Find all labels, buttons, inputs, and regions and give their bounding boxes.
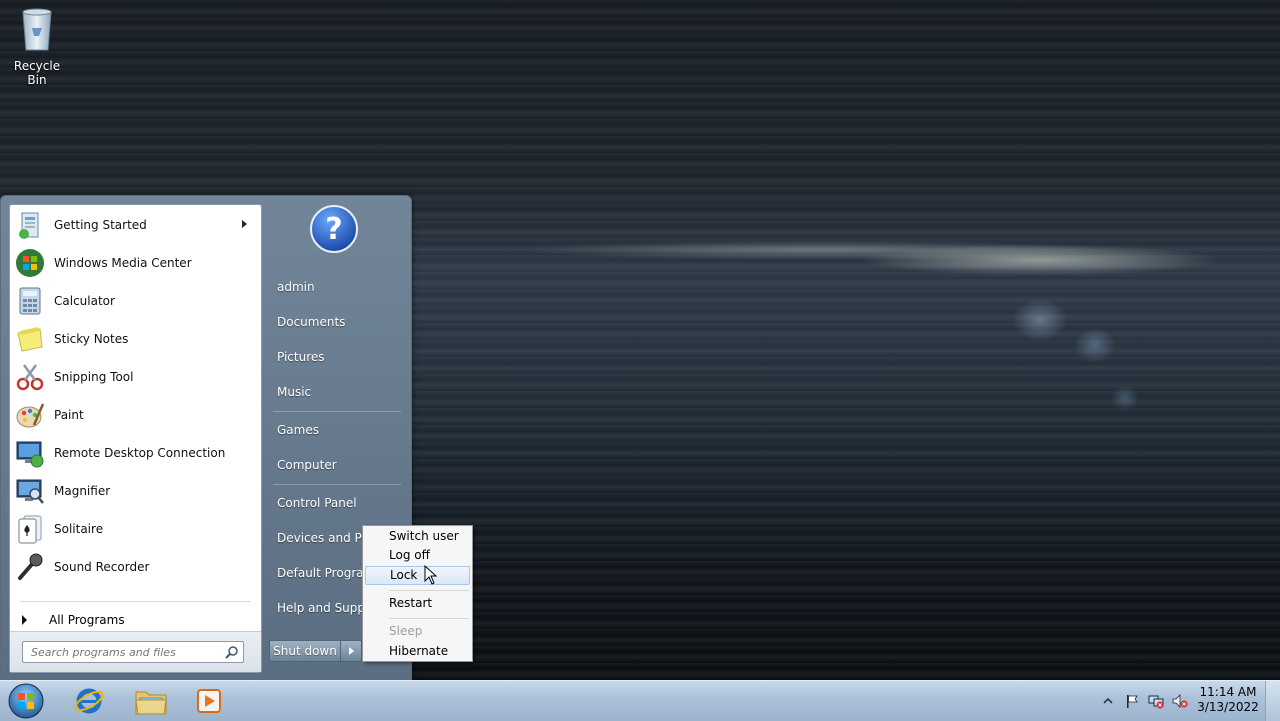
- place-pictures[interactable]: Pictures: [277, 350, 325, 364]
- taskbar-media-player[interactable]: [180, 683, 238, 719]
- solitaire-icon: [18, 515, 42, 544]
- program-snipping-tool[interactable]: Snipping Tool: [14, 359, 257, 395]
- place-computer[interactable]: Computer: [277, 458, 337, 472]
- submenu-arrow-icon: [242, 220, 247, 228]
- program-label: Snipping Tool: [54, 370, 134, 384]
- program-label: Magnifier: [54, 484, 111, 498]
- network-disconnected-icon[interactable]: [1148, 693, 1164, 709]
- taskbar-internet-explorer[interactable]: [60, 683, 118, 719]
- start-button-icon[interactable]: [6, 682, 46, 720]
- taskbar-windows-explorer[interactable]: [122, 683, 180, 719]
- menu-item-hibernate[interactable]: Hibernate: [365, 642, 470, 661]
- system-clock[interactable]: 11:14 AM 3/13/2022: [1195, 685, 1261, 715]
- volume-muted-icon[interactable]: [1172, 693, 1188, 709]
- folder-icon: [135, 691, 167, 715]
- clock-time: 11:14 AM: [1199, 685, 1257, 699]
- svg-text:?: ?: [325, 212, 342, 247]
- program-label: Paint: [54, 408, 84, 422]
- internet-explorer-icon: [74, 688, 104, 714]
- search-box[interactable]: [22, 641, 244, 663]
- recycle-bin-icon: [22, 8, 52, 51]
- start-menu: Getting Started Windows Media Center Cal…: [0, 195, 412, 682]
- program-label: Getting Started: [54, 218, 147, 232]
- snipping-tool-icon: [16, 364, 44, 391]
- places-divider: [273, 411, 401, 412]
- program-magnifier[interactable]: Magnifier: [14, 473, 257, 509]
- program-remote-desktop-connection[interactable]: Remote Desktop Connection: [14, 435, 257, 471]
- sound-recorder-icon: [18, 553, 43, 580]
- place-default-programs[interactable]: Default Program: [277, 566, 375, 580]
- taskbar: 11:14 AM 3/13/2022: [0, 680, 1280, 721]
- chevron-right-icon: [349, 647, 354, 655]
- place-control-panel[interactable]: Control Panel: [277, 496, 357, 510]
- help-icon: ?: [310, 205, 358, 253]
- clock-date: 3/13/2022: [1197, 700, 1259, 714]
- search-icon[interactable]: [225, 645, 239, 659]
- menu-item-switch-user[interactable]: Switch user: [365, 527, 470, 546]
- place-music[interactable]: Music: [277, 385, 311, 399]
- program-label: Windows Media Center: [54, 256, 192, 270]
- program-calculator[interactable]: Calculator: [14, 283, 257, 319]
- expand-arrow-icon: [22, 615, 27, 625]
- shut-down-button[interactable]: Shut down: [269, 640, 341, 662]
- place-user-folder[interactable]: admin: [277, 280, 315, 294]
- calculator-icon: [19, 287, 41, 315]
- all-programs-button[interactable]: All Programs: [20, 609, 250, 631]
- places-divider: [273, 484, 401, 485]
- menu-item-restart[interactable]: Restart: [365, 594, 470, 613]
- show-desktop-button[interactable]: [1265, 681, 1280, 721]
- mouse-cursor-icon: [424, 565, 438, 585]
- magnifier-icon: [16, 479, 44, 504]
- remote-desktop-icon: [16, 441, 44, 468]
- menu-item-log-off[interactable]: Log off: [365, 546, 470, 565]
- programs-divider: [20, 601, 251, 602]
- power-options-menu: Switch user Log off Lock Restart Sleep H…: [362, 525, 473, 662]
- media-player-icon: [197, 689, 221, 713]
- menu-item-lock[interactable]: Lock: [365, 566, 470, 585]
- program-label: Remote Desktop Connection: [54, 446, 226, 460]
- program-sound-recorder[interactable]: Sound Recorder: [14, 549, 257, 585]
- getting-started-icon: [19, 212, 39, 239]
- programs-pane: Getting Started Windows Media Center Cal…: [9, 204, 262, 673]
- shut-down-options-button[interactable]: [340, 640, 362, 662]
- place-games[interactable]: Games: [277, 423, 319, 437]
- program-label: Sound Recorder: [54, 560, 150, 574]
- menu-separator: [389, 618, 469, 619]
- windows-media-center-icon: [16, 249, 44, 277]
- program-solitaire[interactable]: Solitaire: [14, 511, 257, 547]
- show-hidden-icons-icon[interactable]: [1100, 693, 1116, 709]
- program-label: Solitaire: [54, 522, 104, 536]
- action-center-flag-icon[interactable]: [1124, 693, 1140, 709]
- search-input[interactable]: [29, 642, 223, 662]
- all-programs-label: All Programs: [49, 613, 125, 627]
- program-label: Calculator: [54, 294, 115, 308]
- program-windows-media-center[interactable]: Windows Media Center: [14, 245, 257, 281]
- recycle-bin-label: Recycle Bin: [13, 59, 61, 87]
- place-help-and-support[interactable]: Help and Suppo: [277, 601, 372, 615]
- place-documents[interactable]: Documents: [277, 315, 345, 329]
- program-getting-started[interactable]: Getting Started: [14, 207, 257, 243]
- paint-icon: [16, 403, 45, 428]
- program-sticky-notes[interactable]: Sticky Notes: [14, 321, 257, 357]
- recycle-bin-shortcut[interactable]: Recycle Bin: [4, 6, 70, 87]
- program-paint[interactable]: Paint: [14, 397, 257, 433]
- menu-item-sleep: Sleep: [389, 624, 423, 638]
- menu-separator: [389, 590, 469, 591]
- sticky-notes-icon: [17, 327, 43, 352]
- program-label: Sticky Notes: [54, 332, 129, 346]
- search-area: [10, 631, 261, 672]
